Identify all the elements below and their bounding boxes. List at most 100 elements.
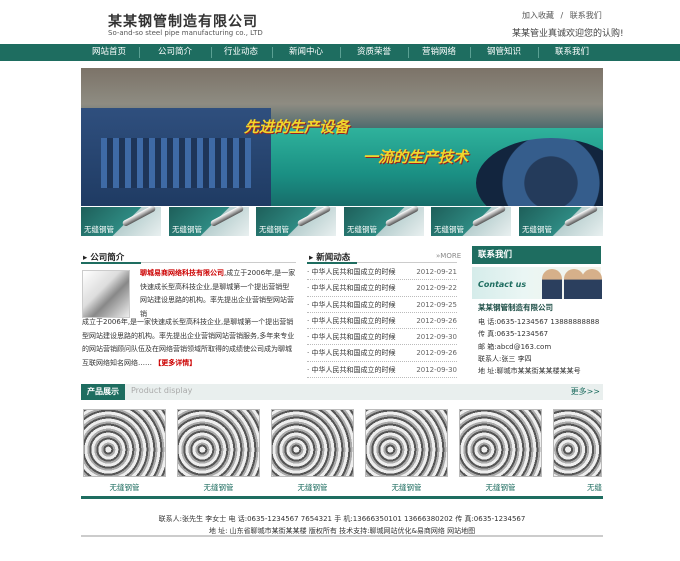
product-image[interactable] bbox=[271, 409, 354, 477]
news-item-date: 2012-09-25 bbox=[416, 300, 457, 309]
about-image bbox=[82, 270, 130, 318]
product-label[interactable]: 无缝钢管 bbox=[177, 482, 260, 493]
thumb-item[interactable]: 无缝钢管 bbox=[519, 204, 603, 236]
top-links: 加入收藏 / 联系我们 bbox=[520, 10, 604, 21]
footer-contact: 联系人:张先生 李女士 电 话:0635-1234567 7654321 手 机… bbox=[158, 515, 526, 523]
thumb-strip: 无缝钢管 无缝钢管 无缝钢管 无缝钢管 无缝钢管 无缝钢管 bbox=[81, 204, 603, 236]
contact-info: 某某钢管制造有限公司 电 话:0635-1234567 13888888888 … bbox=[478, 302, 602, 377]
banner-machine-detail bbox=[101, 138, 251, 188]
banner-slogan-2: 一流的生产技术 bbox=[363, 148, 469, 166]
product-image[interactable] bbox=[83, 409, 166, 477]
person-icon bbox=[582, 269, 602, 299]
nav-about[interactable]: 公司简介 bbox=[140, 44, 210, 61]
nav-industry[interactable]: 行业动态 bbox=[212, 44, 270, 61]
product-image[interactable] bbox=[459, 409, 542, 477]
contact-phone: 电 话:0635-1234567 13888888888 bbox=[478, 318, 600, 327]
news-item-title: · 中华人民共和国成立的时候 bbox=[307, 349, 396, 358]
thumb-item[interactable]: 无缝钢管 bbox=[169, 204, 249, 236]
person-icon bbox=[564, 269, 584, 299]
news-item-date: 2012-09-22 bbox=[416, 284, 457, 293]
pipe-icon bbox=[384, 204, 420, 228]
thumb-label: 无缝钢管 bbox=[434, 225, 464, 234]
thumb-label: 无缝钢管 bbox=[259, 225, 289, 234]
thumb-item[interactable]: 无缝钢管 bbox=[256, 204, 336, 236]
news-more-text: MORE bbox=[440, 252, 462, 260]
news-item-date: 2012-09-26 bbox=[416, 316, 457, 325]
pipe-icon bbox=[121, 204, 157, 228]
thumb-item[interactable]: 无缝钢管 bbox=[431, 204, 511, 236]
news-item[interactable]: · 中华人民共和国成立的时候 2012-09-22 bbox=[307, 280, 457, 297]
banner-image: 先进的生产设备 一流的生产技术 bbox=[81, 68, 603, 206]
contact-image: Contact us bbox=[472, 267, 602, 299]
news-item-title: · 中华人民共和国成立的时候 bbox=[307, 284, 396, 293]
news-item-date: 2012-09-21 bbox=[416, 268, 457, 276]
news-list: · 中华人民共和国成立的时候 2012-09-21 · 中华人民共和国成立的时候 2… bbox=[307, 264, 457, 379]
contact-person: 联系人:张三 李四 bbox=[478, 354, 532, 363]
news-item-date: 2012-09-30 bbox=[416, 333, 457, 342]
product-label[interactable]: 无缝钢管 bbox=[365, 482, 448, 493]
news-title-line bbox=[357, 262, 457, 263]
pipe-icon bbox=[563, 204, 599, 228]
news-item-title: · 中华人民共和国成立的时候 bbox=[307, 300, 396, 309]
thumb-item[interactable]: 无缝钢管 bbox=[81, 204, 161, 236]
news-more-link[interactable]: »MORE bbox=[436, 252, 461, 260]
footer-divider bbox=[81, 535, 603, 537]
news-item[interactable]: · 中华人民共和国成立的时候 2012-09-30 bbox=[307, 362, 457, 379]
logo-title: 某某钢管制造有限公司 bbox=[108, 14, 258, 30]
about-text-top: 聊城易商网络科技有限公司,成立于2006年,是一家快速成长型高科技企业,是聊城第… bbox=[140, 267, 296, 321]
news-item[interactable]: · 中华人民共和国成立的时候 2012-09-21 bbox=[307, 264, 457, 281]
banner-slogan-1: 先进的生产设备 bbox=[244, 118, 350, 136]
product-label[interactable]: 无缝 bbox=[553, 482, 602, 493]
products-more-link[interactable]: 更多>> bbox=[571, 386, 600, 397]
nav-knowledge[interactable]: 钢管知识 bbox=[471, 44, 537, 61]
news-item-date: 2012-09-26 bbox=[416, 349, 457, 358]
pipe-icon bbox=[296, 204, 332, 228]
thumb-label: 无缝钢管 bbox=[347, 225, 377, 234]
product-label[interactable]: 无缝钢管 bbox=[271, 482, 354, 493]
about-company-name: 聊城易商网络科技有限公司 bbox=[140, 269, 224, 277]
header: 某某钢管制造有限公司 So-and-so steel pipe manufact… bbox=[0, 0, 680, 44]
product-image[interactable] bbox=[177, 409, 260, 477]
news-item-title: · 中华人民共和国成立的时候 bbox=[307, 365, 396, 374]
news-item[interactable]: · 中华人民共和国成立的时候 2012-09-30 bbox=[307, 329, 457, 346]
nav-contact[interactable]: 联系我们 bbox=[539, 44, 605, 61]
about-title-line bbox=[141, 262, 296, 263]
product-label[interactable]: 无缝钢管 bbox=[83, 482, 166, 493]
news-item[interactable]: · 中华人民共和国成立的时候 2012-09-25 bbox=[307, 297, 457, 313]
product-image[interactable] bbox=[553, 409, 602, 477]
footer-bar bbox=[81, 496, 603, 499]
logo-subtitle: So-and-so steel pipe manufacturing co., … bbox=[108, 29, 263, 37]
about-text-bottom: 成立于2006年,是一家快速成长型高科技企业,是聊城第一个提出营销型网站建设思路… bbox=[82, 316, 296, 370]
contact-email: 邮 箱:abcd@163.com bbox=[478, 342, 552, 351]
thumb-label: 无缝钢管 bbox=[84, 225, 114, 234]
products-subtitle: Product display bbox=[131, 386, 193, 395]
add-favorite-link[interactable]: 加入收藏 bbox=[522, 11, 554, 20]
contact-image-text: Contact us bbox=[478, 280, 527, 289]
nav-home[interactable]: 网站首页 bbox=[80, 44, 138, 61]
news-item-date: 2012-09-30 bbox=[416, 365, 457, 374]
news-item[interactable]: · 中华人民共和国成立的时候 2012-09-26 bbox=[307, 345, 457, 362]
contact-us-link[interactable]: 联系我们 bbox=[570, 11, 602, 20]
contact-title: 联系我们 bbox=[472, 246, 601, 264]
about-more-link[interactable]: 【更多详情】 bbox=[154, 359, 196, 367]
news-item-title: · 中华人民共和国成立的时候 bbox=[307, 268, 396, 276]
thumb-label: 无缝钢管 bbox=[522, 225, 552, 234]
product-image[interactable] bbox=[365, 409, 448, 477]
thumb-item[interactable]: 无缝钢管 bbox=[344, 204, 424, 236]
pipe-icon bbox=[471, 204, 507, 228]
news-item-title: · 中华人民共和国成立的时候 bbox=[307, 333, 396, 342]
slogan: 某某管业真诚欢迎您的认购! bbox=[512, 29, 624, 39]
top-link-separator: / bbox=[560, 11, 564, 20]
news-item-title: · 中华人民共和国成立的时候 bbox=[307, 316, 396, 325]
product-label[interactable]: 无缝钢管 bbox=[459, 482, 542, 493]
products-title: 产品展示 bbox=[81, 384, 125, 400]
nav-honors[interactable]: 资质荣誉 bbox=[341, 44, 407, 61]
person-icon bbox=[542, 269, 562, 299]
contact-address: 地 址:聊城市某某街某某楼某某号 bbox=[478, 367, 581, 376]
pipe-icon bbox=[209, 204, 245, 228]
news-item[interactable]: · 中华人民共和国成立的时候 2012-09-26 bbox=[307, 313, 457, 330]
contact-fax: 传 真:0635-1234567 bbox=[478, 330, 549, 339]
nav-marketing[interactable]: 营销网络 bbox=[409, 44, 469, 61]
nav-news[interactable]: 新闻中心 bbox=[273, 44, 339, 61]
thumb-label: 无缝钢管 bbox=[172, 225, 202, 234]
